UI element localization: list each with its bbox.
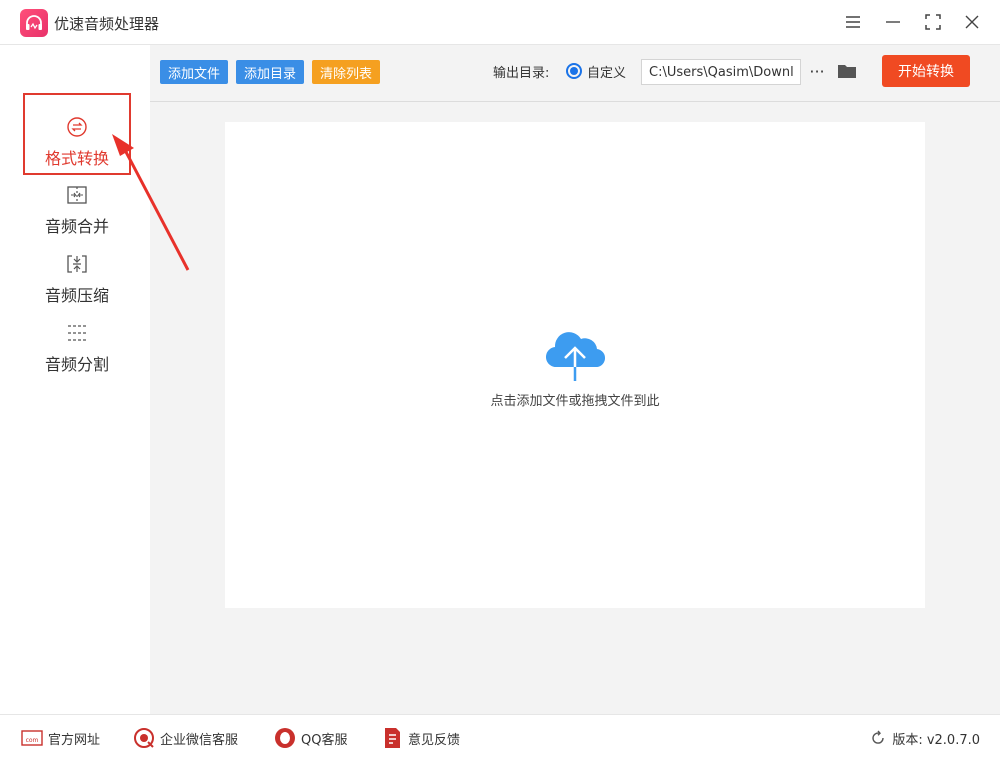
minimize-button[interactable] bbox=[878, 8, 908, 36]
audio-merge-icon bbox=[65, 183, 89, 207]
maximize-button[interactable] bbox=[918, 8, 948, 36]
refresh-icon bbox=[872, 730, 885, 744]
open-folder-button[interactable] bbox=[836, 60, 858, 82]
version-text: 版本: v2.0.7.0 bbox=[892, 732, 980, 748]
feedback-icon bbox=[380, 727, 404, 749]
cloud-upload-icon bbox=[545, 332, 606, 381]
drop-hint: 点击添加文件或拖拽文件到此 bbox=[490, 394, 660, 409]
format-convert-icon bbox=[65, 115, 89, 139]
footer: com 官方网址 企业微信客服 QQ客服 意见反馈 版本: v2.0.7.0 bbox=[0, 714, 1000, 760]
app-title: 优速音频处理器 bbox=[54, 15, 160, 33]
app-logo bbox=[20, 9, 48, 37]
browse-more-button[interactable]: ··· bbox=[807, 58, 827, 84]
custom-radio-label: 自定义 bbox=[587, 66, 627, 81]
sidebar-item-label: 音频分割 bbox=[44, 355, 109, 374]
custom-radio[interactable] bbox=[566, 63, 582, 79]
file-drop-zone[interactable]: 点击添加文件或拖拽文件到此 bbox=[225, 122, 925, 608]
folder-icon bbox=[838, 65, 856, 78]
version-info: 版本: v2.0.7.0 bbox=[870, 727, 980, 749]
audio-compress-icon bbox=[65, 252, 89, 276]
output-path-input[interactable] bbox=[641, 59, 801, 85]
qq-icon bbox=[273, 727, 297, 749]
svg-text:com: com bbox=[26, 737, 39, 744]
toolbar: 添加文件 添加目录 清除列表 输出目录: 自定义 ··· 开始转换 bbox=[150, 45, 1000, 102]
feedback-link[interactable]: 意见反馈 bbox=[380, 727, 460, 749]
headphones-icon bbox=[26, 15, 42, 30]
minimize-icon bbox=[886, 21, 900, 23]
add-folder-button[interactable]: 添加目录 bbox=[236, 60, 305, 84]
qq-service-link[interactable]: QQ客服 bbox=[273, 727, 347, 749]
website-link[interactable]: com 官方网址 bbox=[20, 727, 100, 749]
close-icon bbox=[965, 15, 979, 29]
start-convert-button[interactable]: 开始转换 bbox=[882, 55, 970, 87]
close-button[interactable] bbox=[957, 8, 987, 36]
add-file-button[interactable]: 添加文件 bbox=[160, 60, 229, 84]
menu-icon bbox=[846, 16, 860, 28]
audio-split-icon bbox=[65, 321, 89, 345]
wechat-service-icon bbox=[132, 727, 156, 749]
title-bar: 优速音频处理器 bbox=[0, 0, 1000, 45]
wechat-service-link[interactable]: 企业微信客服 bbox=[132, 727, 238, 749]
sidebar: 格式转换 音频合并 音频压缩 音频分割 bbox=[0, 45, 150, 714]
website-icon: com bbox=[20, 727, 44, 749]
output-dir-label: 输出目录: bbox=[493, 66, 550, 81]
sidebar-item-audio-split[interactable]: 音频分割 bbox=[23, 301, 131, 383]
menu-button[interactable] bbox=[838, 8, 868, 36]
clear-list-button[interactable]: 清除列表 bbox=[312, 60, 381, 84]
main-area: 点击添加文件或拖拽文件到此 bbox=[150, 102, 1000, 714]
maximize-icon bbox=[925, 14, 941, 30]
